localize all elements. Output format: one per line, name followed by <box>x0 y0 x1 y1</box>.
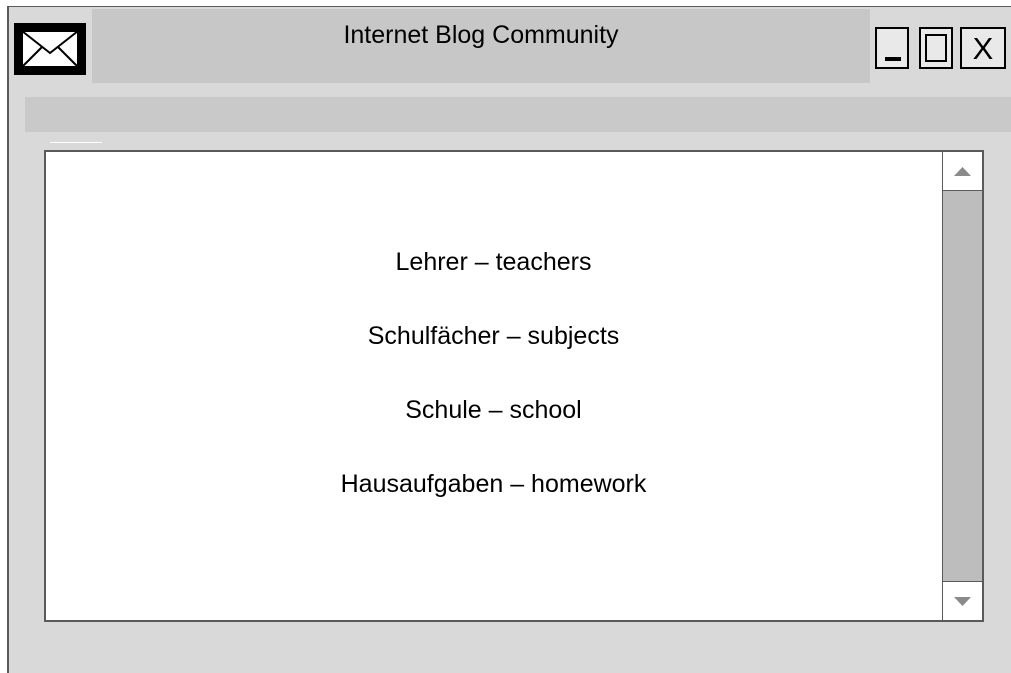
vocabulary-list: Lehrer – teachers Schulfächer – subjects… <box>46 246 941 542</box>
vertical-scrollbar[interactable] <box>942 152 982 620</box>
maximize-button[interactable] <box>919 27 953 69</box>
list-item: Schule – school <box>405 396 582 424</box>
minimize-icon <box>885 57 901 61</box>
close-button[interactable]: X <box>960 27 1006 69</box>
mail-icon[interactable] <box>14 23 86 75</box>
minimize-button[interactable] <box>875 27 909 69</box>
arrow-up-icon <box>954 167 971 176</box>
tab-indicator <box>50 142 102 143</box>
toolbar <box>25 97 1011 132</box>
arrow-down-icon <box>954 597 971 606</box>
content-panel: Lehrer – teachers Schulfächer – subjects… <box>44 150 984 622</box>
title-bar[interactable]: Internet Blog Community <box>92 9 870 83</box>
close-icon: X <box>972 31 994 66</box>
scroll-up-button[interactable] <box>943 152 982 191</box>
scroll-down-button[interactable] <box>943 581 982 620</box>
list-item: Schulfächer – subjects <box>367 322 620 350</box>
list-item: Hausaufgaben – homework <box>340 470 647 498</box>
list-item: Lehrer – teachers <box>395 248 592 276</box>
maximize-icon <box>925 34 947 62</box>
window-title: Internet Blog Community <box>343 21 619 49</box>
